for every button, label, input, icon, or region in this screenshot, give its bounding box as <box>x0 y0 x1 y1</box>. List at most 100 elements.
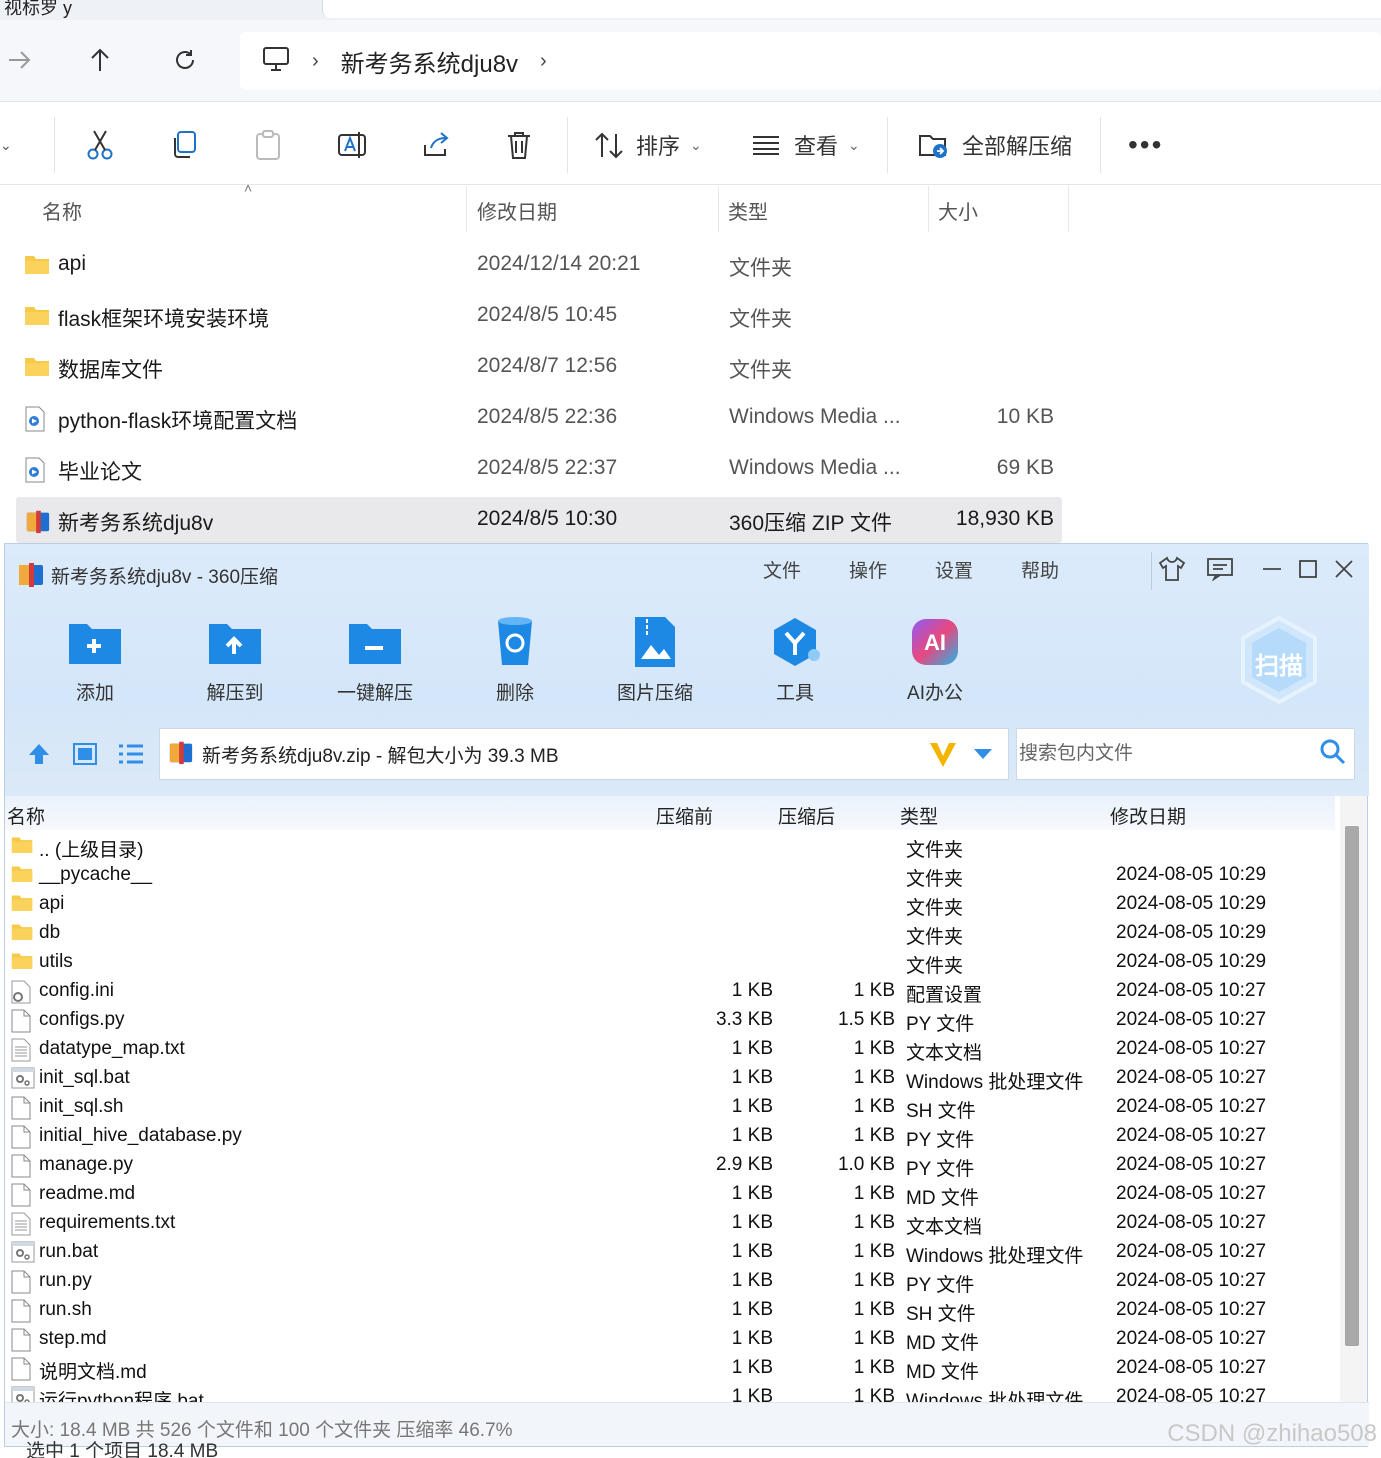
search-button[interactable] <box>1319 738 1347 771</box>
explorer-file-row[interactable]: python-flask环境配置文档 2024/8/5 22:36 Window… <box>16 395 1062 441</box>
path-dropdown-button[interactable] <box>972 747 994 766</box>
vertical-scrollbar[interactable] <box>1340 796 1367 1402</box>
tool-ai-office-button[interactable]: AI AI办公 <box>880 614 990 705</box>
thumbnail-view-button[interactable] <box>73 743 97 770</box>
search-input[interactable] <box>1017 743 1307 765</box>
zip-file-row[interactable]: run.sh 1 KB 1 KB SH 文件 2024-08-05 10:27 <box>5 1296 1335 1325</box>
divider <box>1100 117 1101 173</box>
zip-file-row[interactable]: config.ini 1 KB 1 KB 配置设置 2024-08-05 10:… <box>5 977 1335 1006</box>
menu-file[interactable]: 文件 <box>763 556 801 583</box>
view-button[interactable]: 查看 ⌄ <box>752 125 860 165</box>
minimize-button[interactable] <box>1255 554 1289 584</box>
zip-file-row[interactable]: run.py 1 KB 1 KB PY 文件 2024-08-05 10:27 <box>5 1267 1335 1296</box>
zip-column-type[interactable]: 类型 <box>900 802 938 829</box>
column-divider[interactable] <box>718 186 719 232</box>
rename-button[interactable] <box>337 125 369 165</box>
column-divider[interactable] <box>1068 186 1069 232</box>
close-button[interactable] <box>1327 554 1361 584</box>
cut-button[interactable] <box>86 125 114 165</box>
column-name[interactable]: 名称 <box>42 196 82 225</box>
folder-icon <box>11 893 33 918</box>
copy-icon <box>174 131 196 158</box>
zip-file-row[interactable]: db 文件夹 2024-08-05 10:29 <box>5 919 1335 948</box>
explorer-file-row[interactable]: 毕业论文 2024/8/5 22:37 Windows Media ... 69… <box>16 446 1062 492</box>
rename-icon <box>338 132 366 158</box>
zip-file-row[interactable]: manage.py 2.9 KB 1.0 KB PY 文件 2024-08-05… <box>5 1151 1335 1180</box>
zip-file-row[interactable]: init_sql.bat 1 KB 1 KB Windows 批处理文件 202… <box>5 1064 1335 1093</box>
extract-all-button[interactable]: 全部解压缩 <box>918 125 1072 165</box>
zip-file-row[interactable]: api 文件夹 2024-08-05 10:29 <box>5 890 1335 919</box>
list-view-button[interactable] <box>118 743 144 770</box>
scan-button[interactable]: 扫描 <box>1237 614 1321 706</box>
zip-column-before[interactable]: 压缩前 <box>656 802 713 829</box>
sort-button[interactable]: 排序 ⌄ <box>594 125 702 165</box>
menu-operation[interactable]: 操作 <box>849 556 887 583</box>
zip-file-name: initial_hive_database.py <box>39 1125 242 1146</box>
divider <box>1151 552 1152 590</box>
list-view-icon <box>119 744 143 764</box>
paste-button[interactable] <box>254 125 282 165</box>
sort-label: 排序 <box>636 134 681 159</box>
zip-file-row[interactable]: requirements.txt 1 KB 1 KB 文本文档 2024-08-… <box>5 1209 1335 1238</box>
refresh-button[interactable] <box>165 40 205 80</box>
security-check-icon[interactable] <box>928 739 958 774</box>
feedback-button[interactable] <box>1203 554 1237 584</box>
archive-path-field[interactable]: 新考务系统dju8v.zip - 解包大小为 39.3 MB <box>159 728 1009 780</box>
column-divider[interactable] <box>466 186 467 232</box>
scrollbar-thumb[interactable] <box>1345 826 1359 1346</box>
zip-file-row[interactable]: utils 文件夹 2024-08-05 10:29 <box>5 948 1335 977</box>
zip-file-row[interactable]: 运行python程序.bat 1 KB 1 KB Windows 批处理文件 2… <box>5 1383 1335 1402</box>
zip-file-type: SH 文件 <box>906 1101 976 1122</box>
address-bar[interactable]: › 新考务系统dju8v › <box>240 32 1381 90</box>
zip-file-row[interactable]: datatype_map.txt 1 KB 1 KB 文本文档 2024-08-… <box>5 1035 1335 1064</box>
more-options-button[interactable]: ••• <box>1128 125 1163 165</box>
zip-file-row[interactable]: configs.py 3.3 KB 1.5 KB PY 文件 2024-08-0… <box>5 1006 1335 1035</box>
delete-button[interactable] <box>505 125 533 165</box>
explorer-file-row[interactable]: 数据库文件 2024/8/7 12:56 文件夹 <box>16 344 1062 390</box>
column-date[interactable]: 修改日期 <box>477 196 557 225</box>
zip-file-row[interactable]: initial_hive_database.py 1 KB 1 KB PY 文件… <box>5 1122 1335 1151</box>
explorer-tab-title[interactable]: 视标罗 y <box>4 0 72 20</box>
divider <box>567 117 568 173</box>
zip-column-name[interactable]: 名称 <box>7 802 45 829</box>
tool-add-button[interactable]: 添加 <box>40 614 150 705</box>
forward-button[interactable] <box>0 40 40 80</box>
column-size[interactable]: 大小 <box>938 196 978 225</box>
tool-extract-to-button[interactable]: 解压到 <box>180 614 290 705</box>
zip-file-name: utils <box>39 951 73 972</box>
file-type: Windows Media ... <box>729 405 901 428</box>
column-type[interactable]: 类型 <box>728 196 768 225</box>
skin-button[interactable] <box>1155 554 1189 584</box>
zip-file-row[interactable]: step.md 1 KB 1 KB MD 文件 2024-08-05 10:27 <box>5 1325 1335 1354</box>
folder-icon <box>11 951 33 976</box>
zip-column-after[interactable]: 压缩后 <box>778 802 835 829</box>
zip-column-date[interactable]: 修改日期 <box>1110 802 1186 829</box>
maximize-button[interactable] <box>1291 554 1325 584</box>
zip-file-row[interactable]: readme.md 1 KB 1 KB MD 文件 2024-08-05 10:… <box>5 1180 1335 1209</box>
tool-tools-button[interactable]: 工具 <box>740 614 850 705</box>
chevron-right-icon[interactable]: › <box>540 50 547 73</box>
explorer-file-row[interactable]: 新考务系统dju8v 2024/8/5 10:30 360压缩 ZIP 文件 1… <box>16 497 1062 543</box>
zip-file-row[interactable]: init_sql.sh 1 KB 1 KB SH 文件 2024-08-05 1… <box>5 1093 1335 1122</box>
zip-file-name: .. (上级目录) <box>39 840 144 861</box>
zip-file-row[interactable]: 说明文档.md 1 KB 1 KB MD 文件 2024-08-05 10:27 <box>5 1354 1335 1383</box>
new-dropdown-button[interactable]: ⌄ <box>0 125 12 165</box>
zip-file-row[interactable]: .. (上级目录) 文件夹 <box>5 832 1335 861</box>
share-button[interactable] <box>421 125 451 165</box>
tool-quick-extract-button[interactable]: 一键解压 <box>320 614 430 705</box>
folder-icon <box>24 253 50 281</box>
menu-help[interactable]: 帮助 <box>1021 556 1059 583</box>
explorer-file-row[interactable]: flask框架环境安装环境 2024/8/5 10:45 文件夹 <box>16 293 1062 339</box>
breadcrumb-folder[interactable]: 新考务系统dju8v <box>341 44 518 79</box>
up-button[interactable] <box>80 40 120 80</box>
explorer-file-row[interactable]: api 2024/12/14 20:21 文件夹 <box>16 242 1062 288</box>
zip-file-row[interactable]: run.bat 1 KB 1 KB Windows 批处理文件 2024-08-… <box>5 1238 1335 1267</box>
tool-delete-button[interactable]: 删除 <box>460 614 570 705</box>
zip-file-row[interactable]: __pycache__ 文件夹 2024-08-05 10:29 <box>5 861 1335 890</box>
go-up-button[interactable] <box>27 742 51 771</box>
menu-settings[interactable]: 设置 <box>935 556 973 583</box>
tool-image-compress-button[interactable]: 图片压缩 <box>600 614 710 705</box>
copy-button[interactable] <box>170 125 198 165</box>
column-divider[interactable] <box>928 186 929 232</box>
zip-file-before: 1 KB <box>731 1386 773 1402</box>
